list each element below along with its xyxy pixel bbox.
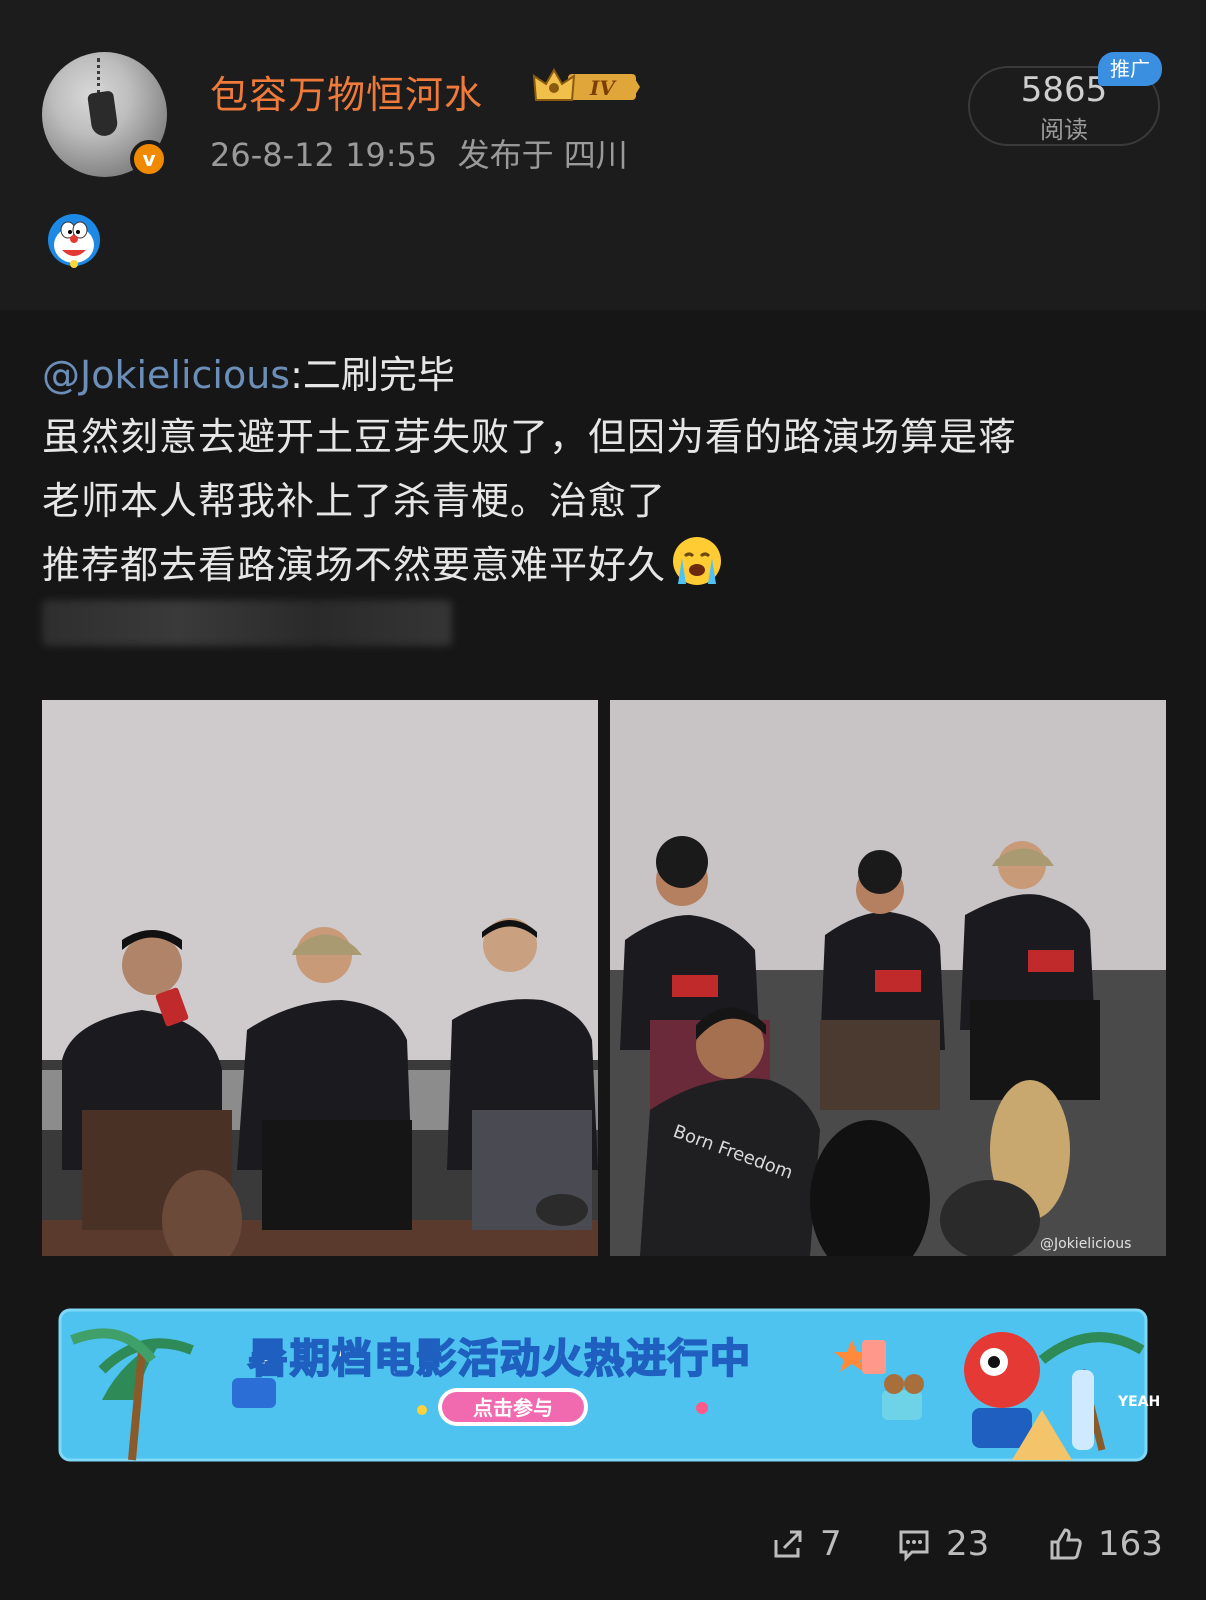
post-photo-1[interactable] [42, 700, 598, 1256]
doraemon-emoji-icon [48, 214, 100, 268]
mention-suffix: :二刷完毕 [290, 353, 455, 397]
post-header: v 包容万物恒河水 IV 26-8-12 19:55 发布于 四川 5865 阅… [0, 0, 1206, 310]
promo-banner[interactable]: YEAH 暑期档电影活动火热进行中 点击参与 [42, 1300, 1164, 1468]
timestamp: 26-8-12 19:55 [210, 136, 438, 174]
mention-link[interactable]: @Jokielicious [42, 353, 290, 397]
post-text-line-3-text: 推荐都去看路演场不然要意难平好久 [42, 543, 667, 587]
comment-icon [899, 1530, 929, 1562]
banner-badge-text: YEAH [1117, 1394, 1160, 1410]
vip-crown-icon: IV [532, 67, 640, 101]
banner-button[interactable]: 点击参与 [473, 1396, 553, 1420]
share-action[interactable]: 7 [770, 1524, 842, 1564]
avatar-chain [97, 58, 114, 94]
verified-icon: v [130, 140, 168, 178]
post-text-line-1: 虽然刻意去避开土豆芽失败了，但因为看的路演场算是蒋 [42, 415, 1018, 459]
location: 发布于 四川 [457, 136, 628, 174]
share-count: 7 [820, 1524, 842, 1564]
author-name[interactable]: 包容万物恒河水 [210, 64, 483, 119]
post-photo-2[interactable]: Born Freedom @Jokielicious [610, 700, 1166, 1256]
like-action[interactable]: 163 [1048, 1524, 1163, 1564]
mention-line: @Jokielicious:二刷完毕 [42, 344, 455, 399]
comment-count: 23 [946, 1524, 990, 1564]
banner-title: 暑期档电影活动火热进行中 [248, 1336, 752, 1382]
crying-emoji-icon [673, 537, 722, 585]
comment-action[interactable]: 23 [896, 1524, 989, 1564]
read-label: 阅读 [1040, 116, 1088, 144]
level-badge-text: IV [589, 76, 617, 100]
post-text-line-3: 推荐都去看路演场不然要意难平好久 [42, 534, 724, 589]
share-icon [774, 1530, 802, 1558]
blurred-text [42, 600, 452, 646]
post-meta: 26-8-12 19:55 发布于 四川 [210, 130, 628, 176]
promo-tag[interactable]: 推广 [1098, 52, 1162, 86]
like-count: 163 [1098, 1524, 1163, 1564]
like-icon [1050, 1528, 1082, 1560]
avatar-pendant [87, 90, 119, 138]
photo-watermark: @Jokielicious [1040, 1236, 1131, 1252]
post-text-line-2: 老师本人帮我补上了杀青梗。治愈了 [42, 479, 667, 523]
